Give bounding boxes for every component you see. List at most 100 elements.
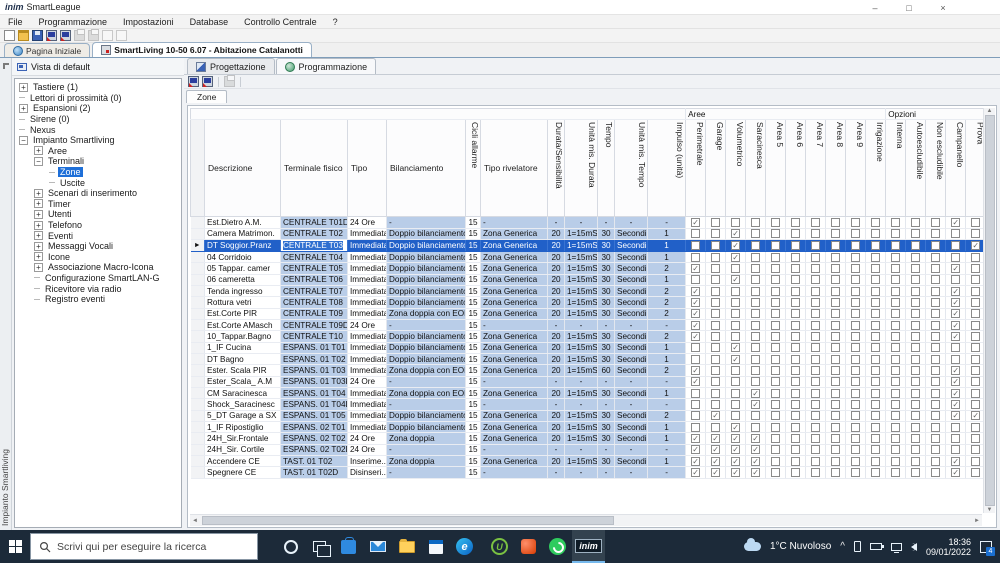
grid-checkbox[interactable] [871, 309, 880, 318]
row-selector[interactable] [191, 263, 205, 274]
volume-tray-icon[interactable] [911, 543, 917, 551]
grid-cell-cicli-allarme[interactable]: 15 [466, 251, 481, 262]
grid-cell-area-9[interactable] [846, 399, 866, 410]
grid-checkbox[interactable] [811, 275, 820, 284]
row-selector[interactable] [191, 376, 205, 387]
vertical-scrollbar[interactable]: ▲ ▼ [983, 108, 995, 513]
grid-cell-autoescludibile[interactable] [906, 376, 926, 387]
grid-cell-unit-mis-durata[interactable]: 1=15mS [565, 228, 598, 239]
col-header-bilanciamento[interactable]: Bilanciamento [387, 120, 466, 217]
grid-checkbox[interactable]: ✓ [751, 445, 760, 454]
tree-item-nexus[interactable]: Nexus [15, 124, 181, 135]
cortana-button[interactable] [276, 530, 305, 563]
tree-item-label[interactable]: Nexus [28, 125, 58, 135]
grid-cell-cicli-allarme[interactable]: 15 [466, 331, 481, 342]
row-selector[interactable] [191, 342, 205, 353]
grid-checkbox[interactable] [851, 423, 860, 432]
grid-cell-garage[interactable] [706, 297, 726, 308]
grid-cell-tempo[interactable]: 30 [598, 228, 615, 239]
grid-checkbox[interactable] [971, 275, 980, 284]
grid-cell-durata-sensibilit[interactable]: - [548, 399, 565, 410]
grid-checkbox[interactable] [831, 298, 840, 307]
grid-cell-non-escludibile[interactable] [926, 228, 946, 239]
grid-cell-autoescludibile[interactable] [906, 387, 926, 398]
grid-checkbox[interactable] [871, 377, 880, 386]
grid-checkbox[interactable] [691, 343, 700, 352]
horizontal-scroll-thumb[interactable] [202, 516, 614, 525]
grid-checkbox[interactable] [811, 218, 820, 227]
grid-cell-unit-mis-durata[interactable]: 1=15mS [565, 239, 598, 251]
grid-cell-unit-mis-durata[interactable]: 1=15mS [565, 433, 598, 444]
grid-cell-cicli-allarme[interactable]: 15 [466, 387, 481, 398]
grid-cell-area-9[interactable] [846, 285, 866, 296]
grid-cell-area-9[interactable] [846, 308, 866, 319]
grid-cell-non-escludibile[interactable] [926, 308, 946, 319]
grid-cell-unit-mis-durata[interactable]: - [565, 467, 598, 478]
grid-cell-non-escludibile[interactable] [926, 421, 946, 432]
grid-cell-area-7[interactable] [806, 228, 826, 239]
col-header-tempo[interactable]: Tempo [598, 120, 615, 217]
grid-cell-durata-sensibilit[interactable]: 20 [548, 285, 565, 296]
zone-row-camera-matrimon[interactable]: Camera Matrimon.CENTRALE T02ImmediataDop… [191, 228, 986, 239]
grid-checkbox[interactable]: ✓ [691, 287, 700, 296]
grid-checkbox[interactable] [711, 321, 720, 330]
grid-checkbox[interactable] [911, 241, 920, 250]
grid-checkbox[interactable] [791, 332, 800, 341]
grid-checkbox[interactable]: ✓ [711, 468, 720, 477]
grid-cell-campanello[interactable]: ✓ [946, 319, 966, 330]
grid-cell-area-9[interactable] [846, 239, 866, 251]
grid-checkbox[interactable] [831, 411, 840, 420]
grid-cell-garage[interactable]: ✓ [706, 444, 726, 455]
grid-cell-terminale-fisico[interactable]: ESPANS. 01 T03D [281, 376, 348, 387]
zone-row-1-if-cucina[interactable]: 1_IF CucinaESPANS. 01 T01ImmediataDoppio… [191, 342, 986, 353]
grid-cell-terminale-fisico[interactable]: ESPANS. 01 T05 [281, 410, 348, 421]
grid-checkbox[interactable] [931, 468, 940, 477]
grid-cell-terminale-fisico[interactable]: CENTRALE T09D [281, 319, 348, 330]
grid-checkbox[interactable] [931, 218, 940, 227]
grid-cell-perimetrale[interactable]: ✓ [686, 433, 706, 444]
tree-item-tastiere-1[interactable]: +Tastiere (1) [15, 82, 181, 93]
grid-cell-terminale-fisico[interactable]: ESPANS. 02 T02D [281, 444, 348, 455]
grid-cell-terminale-fisico[interactable]: TAST. 01 T02 [281, 455, 348, 466]
close-button[interactable]: × [926, 0, 960, 15]
expand-icon[interactable]: + [19, 83, 28, 92]
grid-cell-unit-mis-tempo[interactable]: Secondi [615, 421, 648, 432]
grid-cell-garage[interactable] [706, 331, 726, 342]
grid-cell-volumetrico[interactable] [726, 410, 746, 421]
grid-cell-volumetrico[interactable]: ✓ [726, 467, 746, 478]
grid-checkbox[interactable] [771, 275, 780, 284]
mail-button[interactable] [363, 530, 392, 563]
grid-cell-unit-mis-tempo[interactable]: - [615, 399, 648, 410]
grid-cell-terminale-fisico[interactable]: CENTRALE T10 [281, 331, 348, 342]
grid-cell-area-7[interactable] [806, 365, 826, 376]
grid-checkbox[interactable] [831, 355, 840, 364]
calendar-button[interactable] [421, 530, 450, 563]
grid-checkbox[interactable] [851, 468, 860, 477]
grid-cell-unit-mis-durata[interactable]: 1=15mS [565, 387, 598, 398]
grid-cell-descrizione[interactable]: Camera Matrimon. [205, 228, 281, 239]
grid-checkbox[interactable] [891, 468, 900, 477]
grid-cell-durata-sensibilit[interactable]: - [548, 444, 565, 455]
grid-checkbox[interactable] [911, 377, 920, 386]
grid-checkbox[interactable] [771, 377, 780, 386]
tree-item-lettori-di-prossimit-0[interactable]: Lettori di prossimità (0) [15, 93, 181, 104]
grid-cell-terminale-fisico[interactable]: CENTRALE T01D [281, 217, 348, 228]
grid-checkbox[interactable] [811, 366, 820, 375]
grid-cell-tipo-rivelatore[interactable]: - [481, 319, 548, 330]
expand-icon[interactable]: + [19, 104, 28, 113]
grid-cell-terminale-fisico[interactable]: ESPANS. 01 T01 [281, 342, 348, 353]
grid-cell-area-6[interactable] [786, 433, 806, 444]
grid-checkbox[interactable] [731, 321, 740, 330]
tree-item-timer[interactable]: +Timer [15, 199, 181, 210]
grid-checkbox[interactable] [891, 253, 900, 262]
grid-cell-volumetrico[interactable] [726, 297, 746, 308]
grid-cell-unit-mis-durata[interactable]: 1=15mS [565, 410, 598, 421]
grid-cell-durata-sensibilit[interactable]: 20 [548, 274, 565, 285]
tab-smartliving-project[interactable]: SmartLiving 10-50 6.07 - Abitazione Cata… [92, 42, 312, 57]
grid-checkbox[interactable] [751, 343, 760, 352]
grid-cell-non-escludibile[interactable] [926, 342, 946, 353]
read-from-panel-icon[interactable] [46, 30, 57, 41]
grid-checkbox[interactable] [811, 287, 820, 296]
grid-cell-area-6[interactable] [786, 410, 806, 421]
grid-checkbox[interactable] [791, 377, 800, 386]
